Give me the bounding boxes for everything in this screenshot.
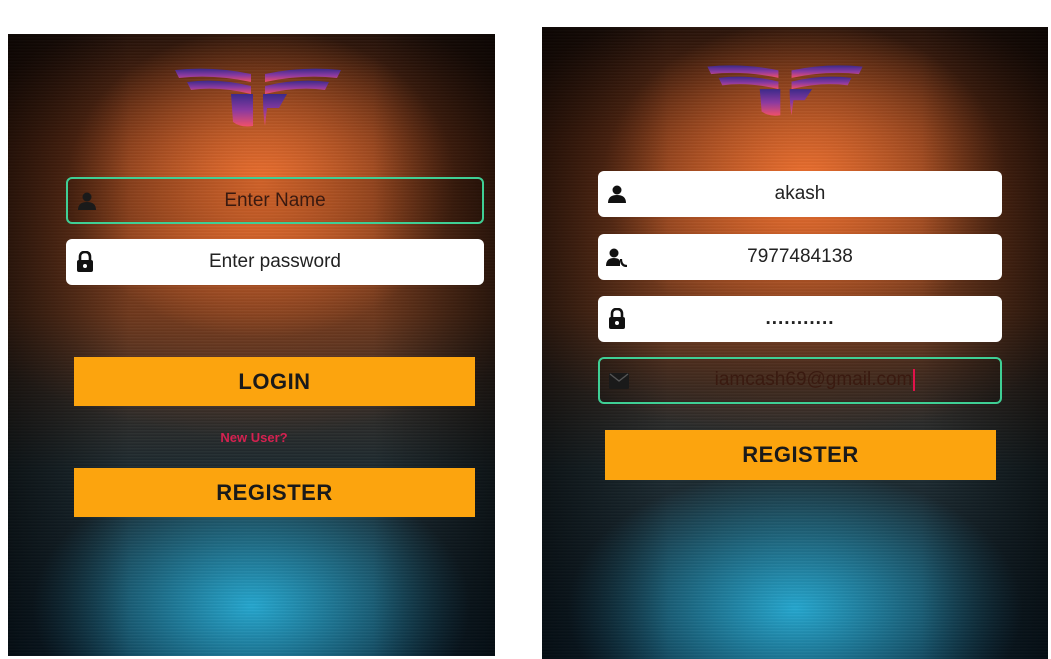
name-value: akash — [774, 183, 826, 204]
password-placeholder: Enter password — [208, 251, 341, 272]
register-button[interactable]: REGISTER — [74, 468, 475, 517]
lock-icon — [606, 308, 628, 330]
person-icon — [606, 183, 628, 205]
app-logo — [707, 65, 863, 116]
name-field[interactable]: Enter Name — [66, 177, 484, 224]
name-field[interactable]: akash — [598, 171, 1002, 217]
password-field[interactable]: Enter password — [66, 239, 484, 285]
register-screen: akash 7977484138 ........... iamcash69@g… — [542, 27, 1048, 659]
email-field[interactable]: iamcash69@gmail.com — [598, 357, 1002, 404]
login-button[interactable]: LOGIN — [74, 357, 475, 406]
password-masked-value: ........... — [765, 308, 835, 329]
email-value: iamcash69@gmail.com — [714, 369, 913, 391]
new-user-link[interactable]: New User? — [174, 430, 334, 445]
login-screen: Enter Name Enter password LOGIN New User… — [8, 34, 495, 656]
email-input-wrap: iamcash69@gmail.com — [600, 369, 1000, 392]
lock-icon — [74, 251, 96, 273]
app-logo — [175, 68, 341, 127]
name-placeholder: Enter Name — [224, 189, 326, 211]
text-caret — [913, 369, 916, 392]
phone-value: 7977484138 — [747, 246, 853, 267]
phone-field[interactable]: 7977484138 — [598, 234, 1002, 280]
password-field[interactable]: ........... — [598, 296, 1002, 342]
phone-person-icon — [606, 246, 628, 268]
register-button[interactable]: REGISTER — [605, 430, 996, 480]
email-icon — [608, 370, 630, 392]
person-icon — [76, 190, 98, 212]
